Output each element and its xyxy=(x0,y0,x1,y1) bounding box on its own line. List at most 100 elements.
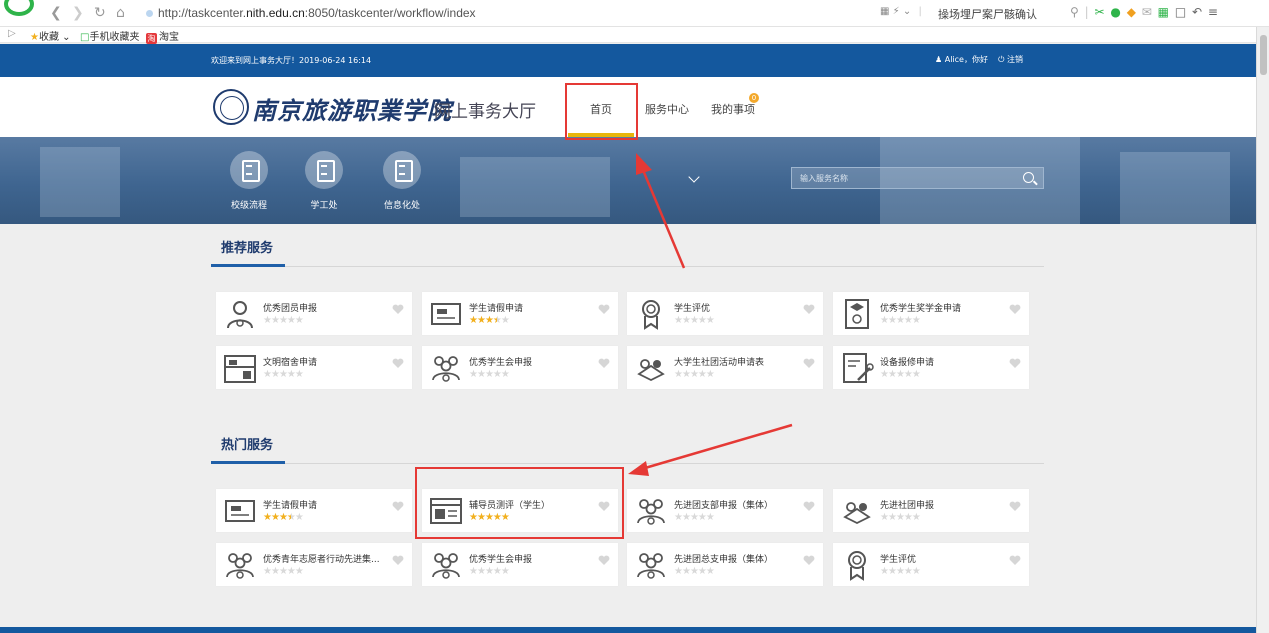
school-seal-icon xyxy=(213,89,249,125)
favorite-heart-icon[interactable] xyxy=(598,300,610,314)
menu-icon[interactable]: ≡ xyxy=(1208,5,1219,19)
banner-building xyxy=(460,157,610,217)
service-name: 优秀青年志愿者行动先进集... xyxy=(263,555,380,565)
service-name: 先进社团申报 xyxy=(880,501,935,511)
favorite-heart-icon[interactable] xyxy=(392,354,404,368)
service-name: 学生评优 xyxy=(880,555,917,565)
bookmark-icon[interactable]: □ xyxy=(1175,5,1187,19)
favorite-heart-icon[interactable] xyxy=(392,300,404,314)
mail-icon[interactable]: ✉ xyxy=(1142,5,1153,19)
service-card[interactable]: 大学生社团活动申请表 ★★★★★ xyxy=(627,346,823,389)
favorite-heart-icon[interactable] xyxy=(803,497,815,511)
repair-icon xyxy=(840,352,874,384)
search-icon[interactable] xyxy=(1023,172,1034,183)
service-card[interactable]: 优秀学生会申报 ★★★★★ xyxy=(422,346,618,389)
bookmarks-toggle-icon[interactable]: ▷ xyxy=(8,28,16,39)
service-card[interactable]: 优秀青年志愿者行动先进集... ★★★★★ xyxy=(216,543,412,586)
green-circle-icon[interactable]: ● xyxy=(1110,5,1121,19)
service-card[interactable]: 学生请假申请 ★★★★★ xyxy=(422,292,618,335)
apps-icon[interactable]: ▦ xyxy=(1158,5,1170,19)
chevron-down-icon[interactable] xyxy=(688,171,700,183)
forward-icon[interactable]: ❯ xyxy=(72,5,84,21)
scissors-icon[interactable]: ✂ xyxy=(1095,5,1106,19)
undo-icon[interactable]: ↶ xyxy=(1192,5,1203,19)
site-topbar: 欢迎来到网上事务大厅！2019-06-24 16:14 ♟ Alice，你好 ⏻… xyxy=(0,44,1256,77)
service-card[interactable]: 优秀学生奖学金申请 ★★★★★ xyxy=(833,292,1029,335)
service-card[interactable]: 先进团总支申报（集体） ★★★★★ xyxy=(627,543,823,586)
rating-stars: ★★★★★ xyxy=(880,315,921,326)
recommended-title: 推荐服务 xyxy=(221,241,274,256)
quick-link-school-process[interactable]: 校级流程 xyxy=(209,151,289,211)
service-card[interactable]: 先进团支部申报（集体） ★★★★★ xyxy=(627,489,823,532)
lightning-icon[interactable]: ⚡ xyxy=(893,6,900,17)
service-card[interactable]: 学生评优 ★★★★★ xyxy=(627,292,823,335)
quick-link-label: 校级流程 xyxy=(230,201,267,211)
service-card[interactable]: 先进社团申报 ★★★★★ xyxy=(833,489,1029,532)
rating-stars: ★★★★★ xyxy=(469,315,510,326)
banner-building xyxy=(1120,152,1230,224)
service-card[interactable]: 学生请假申请 ★★★★★ xyxy=(216,489,412,532)
page-scrollbar[interactable] xyxy=(1256,27,1269,633)
bookmark-taobao[interactable]: 淘淘宝 xyxy=(146,28,179,44)
dropdown-icon[interactable]: ⌄ xyxy=(903,6,911,17)
nav-my-items[interactable]: 我的事项 xyxy=(711,101,755,117)
bookmark-mobile[interactable]: □手机收藏夹 xyxy=(80,28,139,43)
user-greeting[interactable]: Alice，你好 xyxy=(945,55,988,64)
highlight-box-home xyxy=(565,83,638,140)
power-icon[interactable]: ⏻ xyxy=(998,55,1004,64)
service-name: 学生评优 xyxy=(674,304,711,314)
service-name: 优秀团员申报 xyxy=(263,304,318,314)
user-icon: ♟ xyxy=(935,55,943,64)
rating-stars: ★★★★★ xyxy=(263,315,304,326)
search-small-icon[interactable]: ⚲ xyxy=(1070,5,1080,19)
favorite-heart-icon[interactable] xyxy=(598,551,610,565)
search-input[interactable] xyxy=(792,168,1012,188)
logout-link[interactable]: 注销 xyxy=(1007,55,1023,64)
recommended-divider xyxy=(211,264,1044,267)
rating-stars: ★★★★★ xyxy=(263,512,304,523)
favorite-heart-icon[interactable] xyxy=(392,551,404,565)
leave-form-icon xyxy=(223,495,257,527)
home-icon[interactable]: ⌂ xyxy=(116,5,125,21)
bookmark-favorites[interactable]: ★收藏 ⌄ xyxy=(30,28,71,43)
scrollbar-thumb[interactable] xyxy=(1260,35,1267,75)
favorite-heart-icon[interactable] xyxy=(803,551,815,565)
reload-icon[interactable]: ↻ xyxy=(94,5,106,21)
favorite-heart-icon[interactable] xyxy=(392,497,404,511)
favorite-heart-icon[interactable] xyxy=(1009,551,1021,565)
service-search xyxy=(791,167,1044,189)
quick-link-student-affairs[interactable]: 学工处 xyxy=(284,151,364,211)
address-bar[interactable]: http://taskcenter.nith.edu.cn:8050/taskc… xyxy=(158,6,476,20)
document-icon xyxy=(230,151,268,189)
service-card[interactable]: 学生评优 ★★★★★ xyxy=(833,543,1029,586)
dormitory-icon xyxy=(223,352,257,384)
quick-link-it-office[interactable]: 信息化处 xyxy=(362,151,442,211)
service-name: 学生请假申请 xyxy=(469,304,524,314)
service-card[interactable]: 优秀学生会申报 ★★★★★ xyxy=(422,543,618,586)
document-icon xyxy=(305,151,343,189)
school-name[interactable]: 南京旅游职業学院 xyxy=(252,91,452,126)
document-icon xyxy=(383,151,421,189)
service-card[interactable]: 设备报修申请 ★★★★★ xyxy=(833,346,1029,389)
favorite-heart-icon[interactable] xyxy=(1009,354,1021,368)
favorite-heart-icon[interactable] xyxy=(1009,300,1021,314)
service-name: 学生请假申请 xyxy=(263,501,318,511)
nav-service-center[interactable]: 服务中心 xyxy=(645,101,689,117)
rating-stars: ★★★★★ xyxy=(674,369,715,380)
rating-stars: ★★★★★ xyxy=(674,566,715,577)
reader-icon[interactable]: ▦ xyxy=(880,6,889,17)
service-card[interactable]: 优秀团员申报 ★★★★★ xyxy=(216,292,412,335)
rating-stars: ★★★★★ xyxy=(674,315,715,326)
favorite-heart-icon[interactable] xyxy=(803,300,815,314)
taobao-icon: 淘 xyxy=(146,33,157,44)
group-icon xyxy=(429,549,463,581)
favorite-heart-icon[interactable] xyxy=(803,354,815,368)
service-card[interactable]: 文明宿舍申请 ★★★★★ xyxy=(216,346,412,389)
favorite-heart-icon[interactable] xyxy=(1009,497,1021,511)
shield-icon[interactable]: ◆ xyxy=(1127,5,1137,19)
news-ticker[interactable]: 操场埋尸案尸骸确认 xyxy=(938,6,1037,22)
favorite-heart-icon[interactable] xyxy=(598,354,610,368)
club-icon xyxy=(634,352,668,384)
group-icon xyxy=(223,549,257,581)
back-icon[interactable]: ❮ xyxy=(50,5,62,21)
